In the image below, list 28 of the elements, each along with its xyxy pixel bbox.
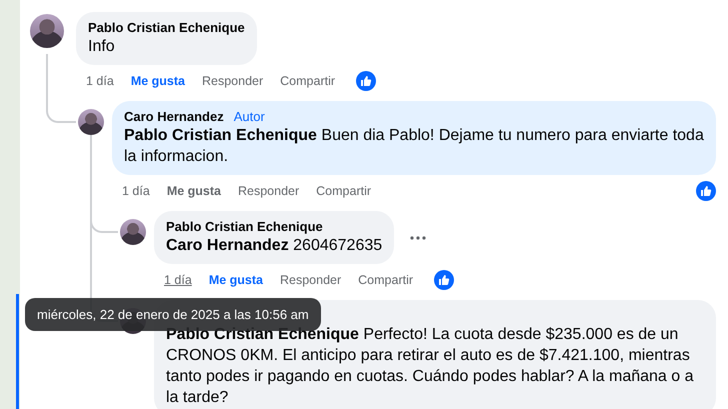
like-link[interactable]: Me gusta (166, 184, 221, 198)
thread-connector (46, 91, 76, 123)
comment-time-link[interactable]: 1 día (164, 273, 192, 287)
share-link[interactable]: Compartir (316, 184, 372, 198)
like-link[interactable]: Me gusta (130, 74, 185, 88)
author-label: Autor (234, 109, 265, 124)
avatar[interactable] (30, 14, 64, 48)
thread-line (90, 135, 92, 203)
avatar[interactable] (120, 219, 146, 245)
comment-text: Info (88, 37, 116, 57)
avatar[interactable] (78, 109, 104, 135)
reply-link[interactable]: Responder (202, 74, 264, 88)
reply-link[interactable]: Responder (238, 184, 300, 198)
author-name[interactable]: Caro Hernandez (124, 109, 224, 124)
thread-connector (90, 201, 118, 233)
share-link[interactable]: Compartir (280, 74, 336, 88)
author-name[interactable]: Pablo Cristian Echenique (166, 219, 323, 234)
comment-time-link[interactable]: 1 día (122, 184, 150, 198)
more-icon[interactable] (410, 236, 426, 240)
date-tooltip: miércoles, 22 de enero de 2025 a las 10:56 am (25, 298, 321, 331)
reply-link[interactable]: Responder (280, 273, 342, 287)
like-link[interactable]: Me gusta (208, 273, 263, 287)
author-name[interactable]: Pablo Cristian Echenique (88, 20, 245, 35)
comment-text: Caro Hernandez 2604672635 (166, 236, 382, 256)
comment-time-link[interactable]: 1 día (86, 74, 114, 88)
share-link[interactable]: Compartir (358, 273, 414, 287)
thread-line (46, 54, 48, 93)
comment-text: Pablo Cristian Echenique Buen dia Pablo! Dejame tu numero para enviarte toda la informacion. (124, 126, 704, 167)
